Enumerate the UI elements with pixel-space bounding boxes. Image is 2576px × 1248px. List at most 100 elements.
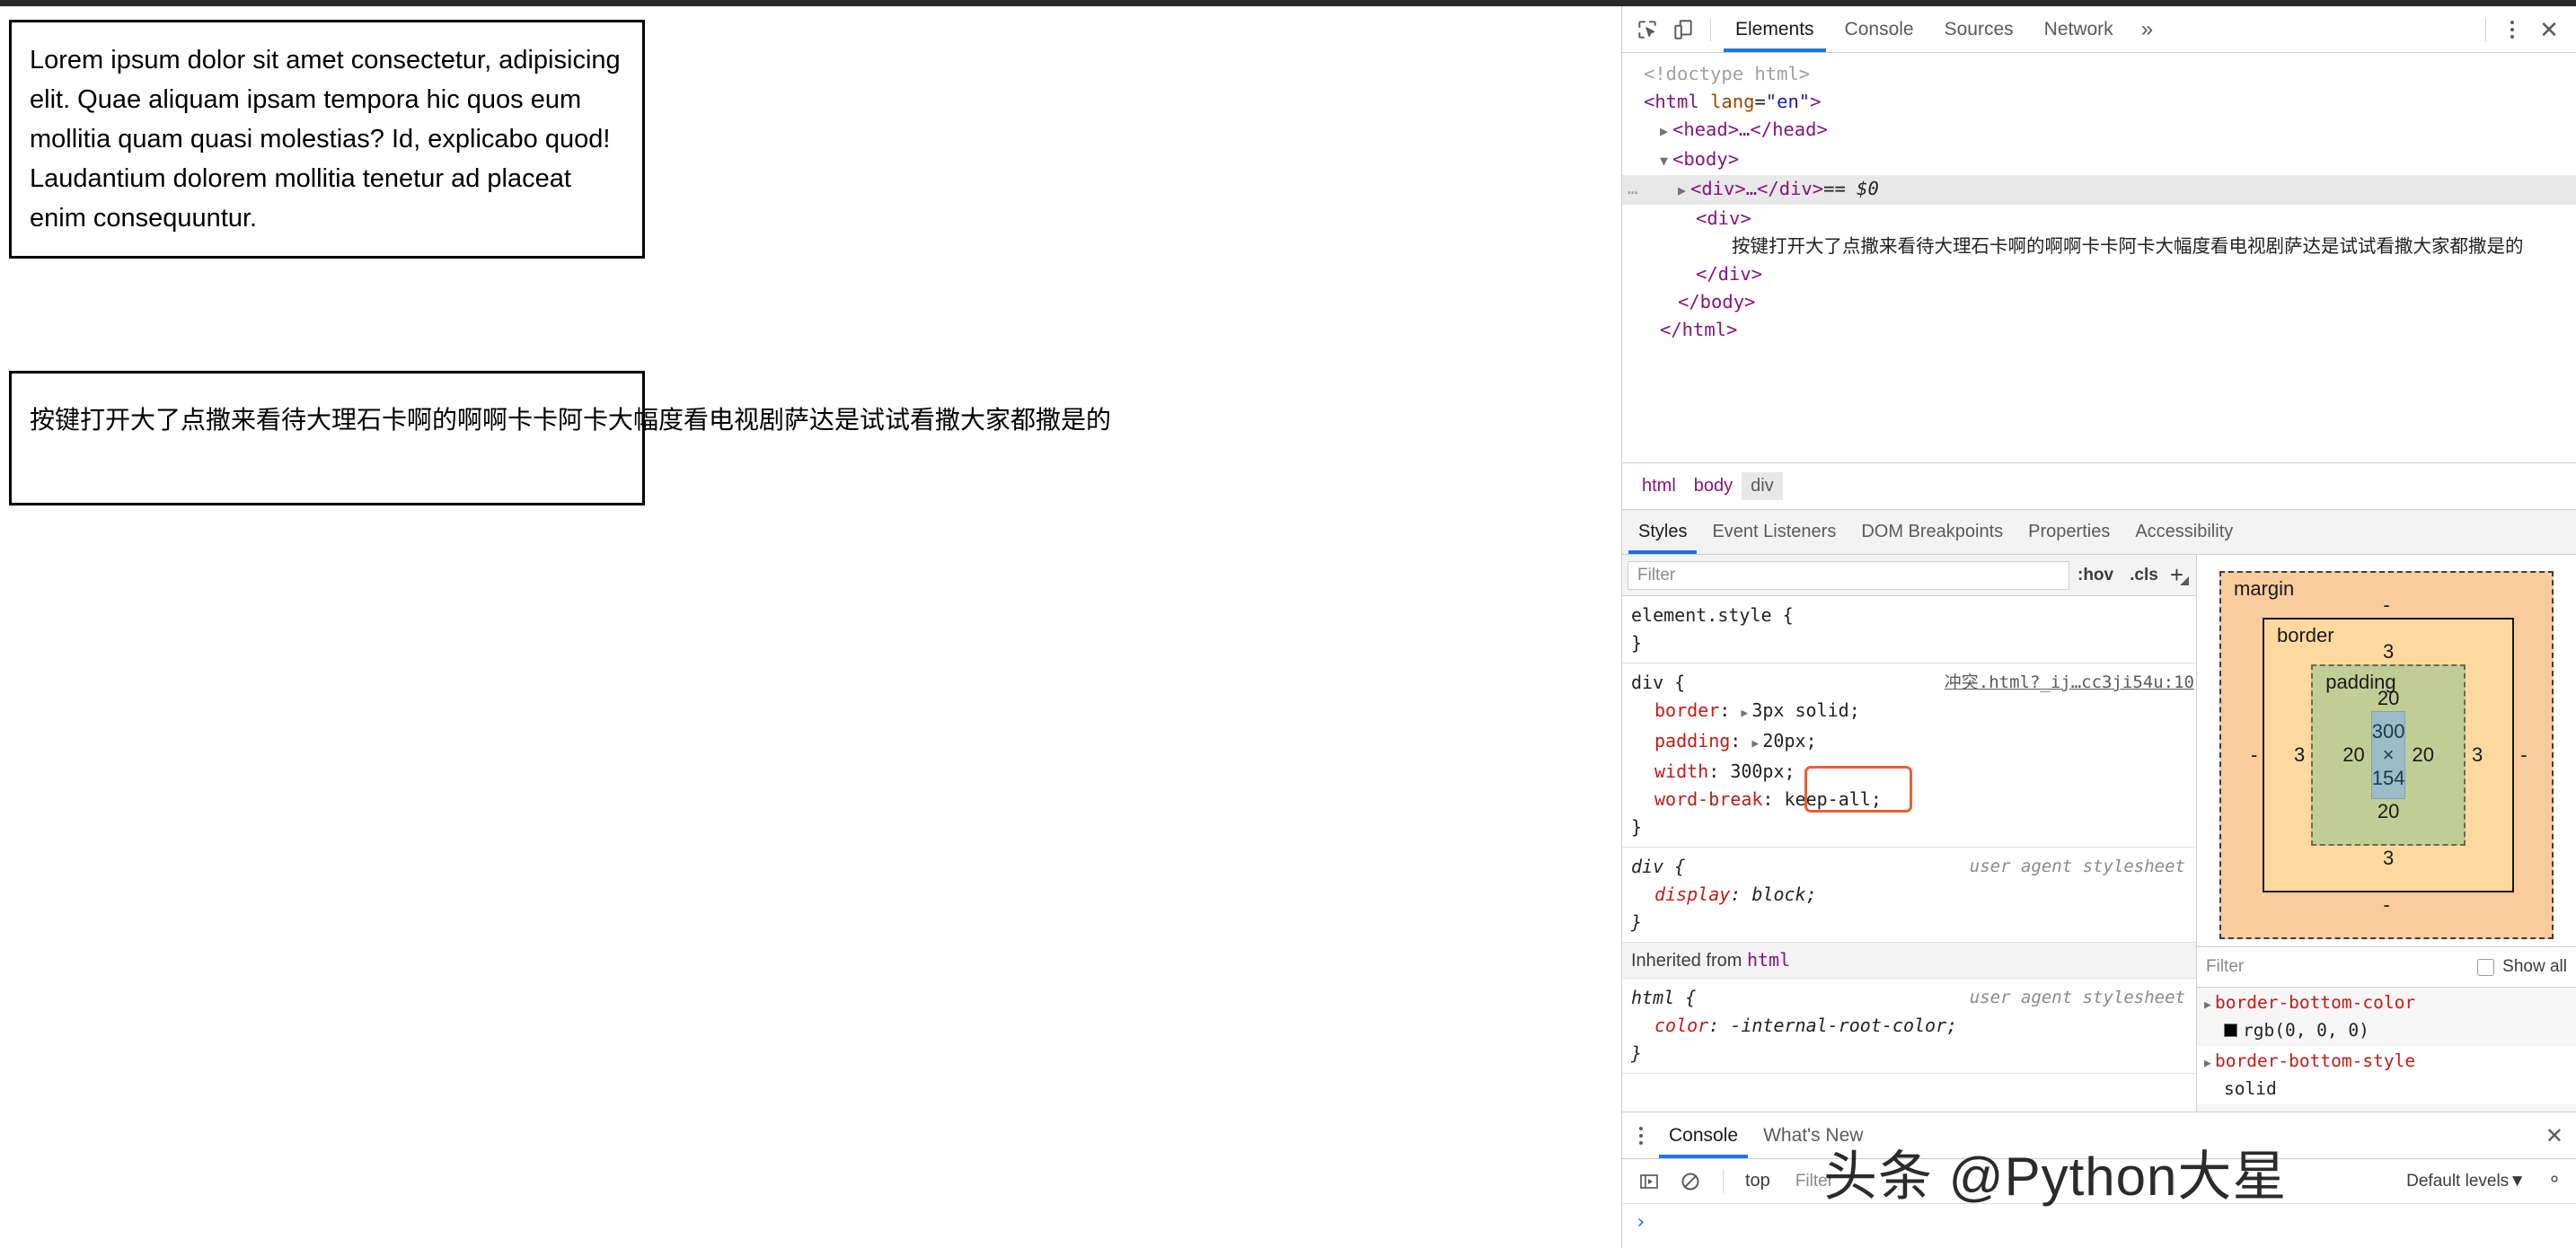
console-sidebar-icon[interactable] bbox=[1631, 1165, 1667, 1198]
styles-filter-input[interactable]: Filter bbox=[1628, 560, 2069, 590]
decl-display[interactable]: display: block; bbox=[1631, 881, 2196, 909]
decl-color[interactable]: color: -internal-root-color; bbox=[1631, 1012, 2196, 1040]
dom-line-body-close[interactable]: </body> bbox=[1622, 288, 2576, 316]
console-filter-input[interactable]: Filter bbox=[1795, 1172, 2401, 1191]
computed-prop-row[interactable]: ▶ border-bottom-style solid bbox=[2197, 1046, 2576, 1104]
decl-word-break[interactable]: word-break: keep-all; bbox=[1631, 766, 2196, 813]
tab-accessibility[interactable]: Accessibility bbox=[2122, 510, 2245, 554]
dom-line-head[interactable]: ▶ <head>…</head> bbox=[1622, 116, 2576, 145]
border-bottom-value[interactable]: 3 bbox=[2288, 846, 2489, 871]
margin-left-value[interactable]: - bbox=[2245, 743, 2263, 767]
dom-line-html[interactable]: <html lang="en"> bbox=[1622, 88, 2576, 116]
ua-stylesheet-label: user agent stylesheet bbox=[1969, 857, 2185, 876]
box-model-content-size[interactable]: 300 × 154 bbox=[2370, 711, 2406, 799]
box-model-diagram: margin - - border 3 3 padding 20 20 300 … bbox=[2197, 555, 2576, 946]
more-options-icon[interactable] bbox=[2495, 20, 2529, 39]
inherited-tag[interactable]: html bbox=[1747, 949, 1790, 971]
clear-console-icon[interactable] bbox=[1672, 1165, 1708, 1198]
gear-icon[interactable] bbox=[2542, 1169, 2567, 1193]
inherited-from-header: Inherited from html bbox=[1622, 943, 2196, 979]
console-context-selector[interactable]: top bbox=[1738, 1171, 1778, 1191]
dom-line-inner-div-open[interactable]: <div> bbox=[1622, 205, 2576, 233]
computed-prop-name: border-bottom-style bbox=[2215, 1050, 2416, 1071]
css-source-link[interactable]: 冲突.html?_ij…cc3ji54u:10 bbox=[1945, 669, 2196, 697]
dom-head-tag: <head>…</head> bbox=[1672, 119, 1828, 140]
tab-properties[interactable]: Properties bbox=[2016, 510, 2122, 554]
prop-color-colon: : bbox=[1708, 1015, 1731, 1036]
expand-triangle-icon-bbc[interactable]: ▶ bbox=[2204, 993, 2215, 1018]
more-tabs-button[interactable]: » bbox=[2129, 6, 2166, 52]
tab-sources[interactable]: Sources bbox=[1929, 6, 2029, 52]
hov-toggle[interactable]: :hov bbox=[2069, 566, 2122, 585]
breadcrumb-html[interactable]: html bbox=[1633, 472, 1685, 500]
expand-triangle-icon-border[interactable]: ▶ bbox=[1741, 699, 1751, 727]
dom-line-textnode[interactable]: 按键打开大了点撒来看待大理石卡啊的啊啊卡卡阿卡大幅度看电视剧萨达是试试看撒大家都… bbox=[1622, 233, 2576, 260]
decl-width[interactable]: width: 300px; bbox=[1631, 758, 2196, 786]
border-left-value[interactable]: 3 bbox=[2288, 743, 2311, 767]
tab-elements[interactable]: Elements bbox=[1720, 6, 1830, 52]
padding-left-value[interactable]: 20 bbox=[2336, 743, 2370, 767]
val-width: 300px; bbox=[1730, 760, 1795, 782]
computed-prop-value: solid bbox=[2224, 1078, 2277, 1099]
color-swatch[interactable] bbox=[2224, 1024, 2237, 1037]
padding-right-value[interactable]: 20 bbox=[2405, 743, 2439, 767]
device-toolbar-icon[interactable] bbox=[1665, 13, 1701, 46]
show-all-toggle[interactable]: Show all bbox=[2477, 957, 2567, 977]
margin-bottom-value[interactable]: - bbox=[2245, 892, 2528, 918]
decl-border[interactable]: border: ▶ 3px solid; bbox=[1631, 697, 2196, 727]
tab-event-listeners[interactable]: Event Listeners bbox=[1699, 510, 1848, 554]
decl-padding[interactable]: padding: ▶ 20px; bbox=[1631, 727, 2196, 758]
expand-triangle-icon-div[interactable]: ▶ bbox=[1678, 177, 1690, 205]
cls-toggle[interactable]: .cls bbox=[2122, 566, 2166, 585]
close-icon[interactable]: ✕ bbox=[2529, 18, 2569, 41]
box-model-padding[interactable]: padding 20 20 300 × 154 20 20 bbox=[2311, 664, 2466, 846]
inspect-element-icon[interactable] bbox=[1629, 13, 1665, 46]
rule-div-useragent[interactable]: user agent stylesheet div { display: blo… bbox=[1622, 848, 2196, 943]
styles-tab-list: Styles Event Listeners DOM Breakpoints P… bbox=[1622, 510, 2576, 555]
box-model-margin[interactable]: margin - - border 3 3 padding 20 20 300 … bbox=[2219, 571, 2554, 939]
console-input-prompt[interactable]: › bbox=[1622, 1204, 2576, 1248]
tab-styles[interactable]: Styles bbox=[1626, 510, 1699, 554]
expand-triangle-icon-bbs[interactable]: ▶ bbox=[2204, 1051, 2215, 1077]
ua-html-close: } bbox=[1631, 1042, 1643, 1064]
ua-div-close: } bbox=[1631, 911, 1643, 933]
element-style-close: } bbox=[1631, 632, 1643, 654]
computed-filter-input[interactable]: Filter bbox=[2206, 957, 2477, 977]
margin-right-value[interactable]: - bbox=[2514, 743, 2532, 767]
dom-line-body[interactable]: ▼ <body> bbox=[1622, 145, 2576, 175]
inherited-label: Inherited from bbox=[1631, 951, 1742, 971]
drawer-tab-console[interactable]: Console bbox=[1656, 1112, 1751, 1158]
dom-line-inner-div-close[interactable]: </div> bbox=[1622, 260, 2576, 288]
dom-line-html-close[interactable]: </html> bbox=[1622, 316, 2576, 344]
dom-line-selected-div[interactable]: … ▶ <div>…</div>== $0 bbox=[1622, 175, 2576, 205]
dom-html-close-tag: </html> bbox=[1660, 319, 1738, 340]
rule-div-author[interactable]: 冲突.html?_ij…cc3ji54u:10 div { border: ▶ 3… bbox=[1622, 664, 2196, 848]
breadcrumb-div[interactable]: div bbox=[1742, 472, 1783, 500]
box-model-border[interactable]: border 3 3 padding 20 20 300 × 154 20 20… bbox=[2263, 618, 2515, 892]
new-style-rule-button[interactable]: + bbox=[2166, 561, 2191, 589]
drawer-more-options-icon[interactable] bbox=[1626, 1126, 1656, 1145]
drawer-close-icon[interactable]: ✕ bbox=[2545, 1123, 2563, 1149]
tab-network[interactable]: Network bbox=[2029, 6, 2129, 52]
drawer-tab-whats-new[interactable]: What's New bbox=[1751, 1112, 1875, 1158]
computed-prop-value: rgb(0, 0, 0) bbox=[2243, 1020, 2369, 1041]
border-middle-row: 3 padding 20 20 300 × 154 20 20 3 bbox=[2288, 664, 2489, 846]
rule-element-style[interactable]: element.style { } bbox=[1622, 596, 2196, 664]
tab-dom-breakpoints[interactable]: DOM Breakpoints bbox=[1848, 510, 2016, 554]
console-level-selector[interactable]: Default levels▼ bbox=[2406, 1172, 2536, 1191]
expand-triangle-icon-padding[interactable]: ▶ bbox=[1751, 730, 1762, 758]
dom-ellipsis[interactable]: … bbox=[1628, 175, 1638, 203]
tab-console[interactable]: Console bbox=[1830, 6, 1929, 52]
box-model-padding-label: padding bbox=[2325, 671, 2396, 693]
collapse-triangle-icon[interactable]: ▼ bbox=[1660, 147, 1672, 175]
computed-column: margin - - border 3 3 padding 20 20 300 … bbox=[2197, 555, 2576, 1112]
rule-html-useragent[interactable]: user agent stylesheet html { color: -int… bbox=[1622, 979, 2196, 1074]
border-right-value[interactable]: 3 bbox=[2466, 743, 2489, 767]
breadcrumb-body[interactable]: body bbox=[1685, 472, 1742, 500]
padding-bottom-value[interactable]: 20 bbox=[2336, 799, 2440, 824]
show-all-checkbox[interactable] bbox=[2477, 958, 2495, 976]
prop-display: display bbox=[1654, 883, 1731, 905]
expand-triangle-icon[interactable]: ▶ bbox=[1660, 118, 1672, 145]
computed-prop-row[interactable]: ▶ border-bottom-color rgb(0, 0, 0) bbox=[2197, 988, 2576, 1046]
computed-prop-row[interactable]: ▶border-bottom-width bbox=[2197, 1104, 2576, 1112]
